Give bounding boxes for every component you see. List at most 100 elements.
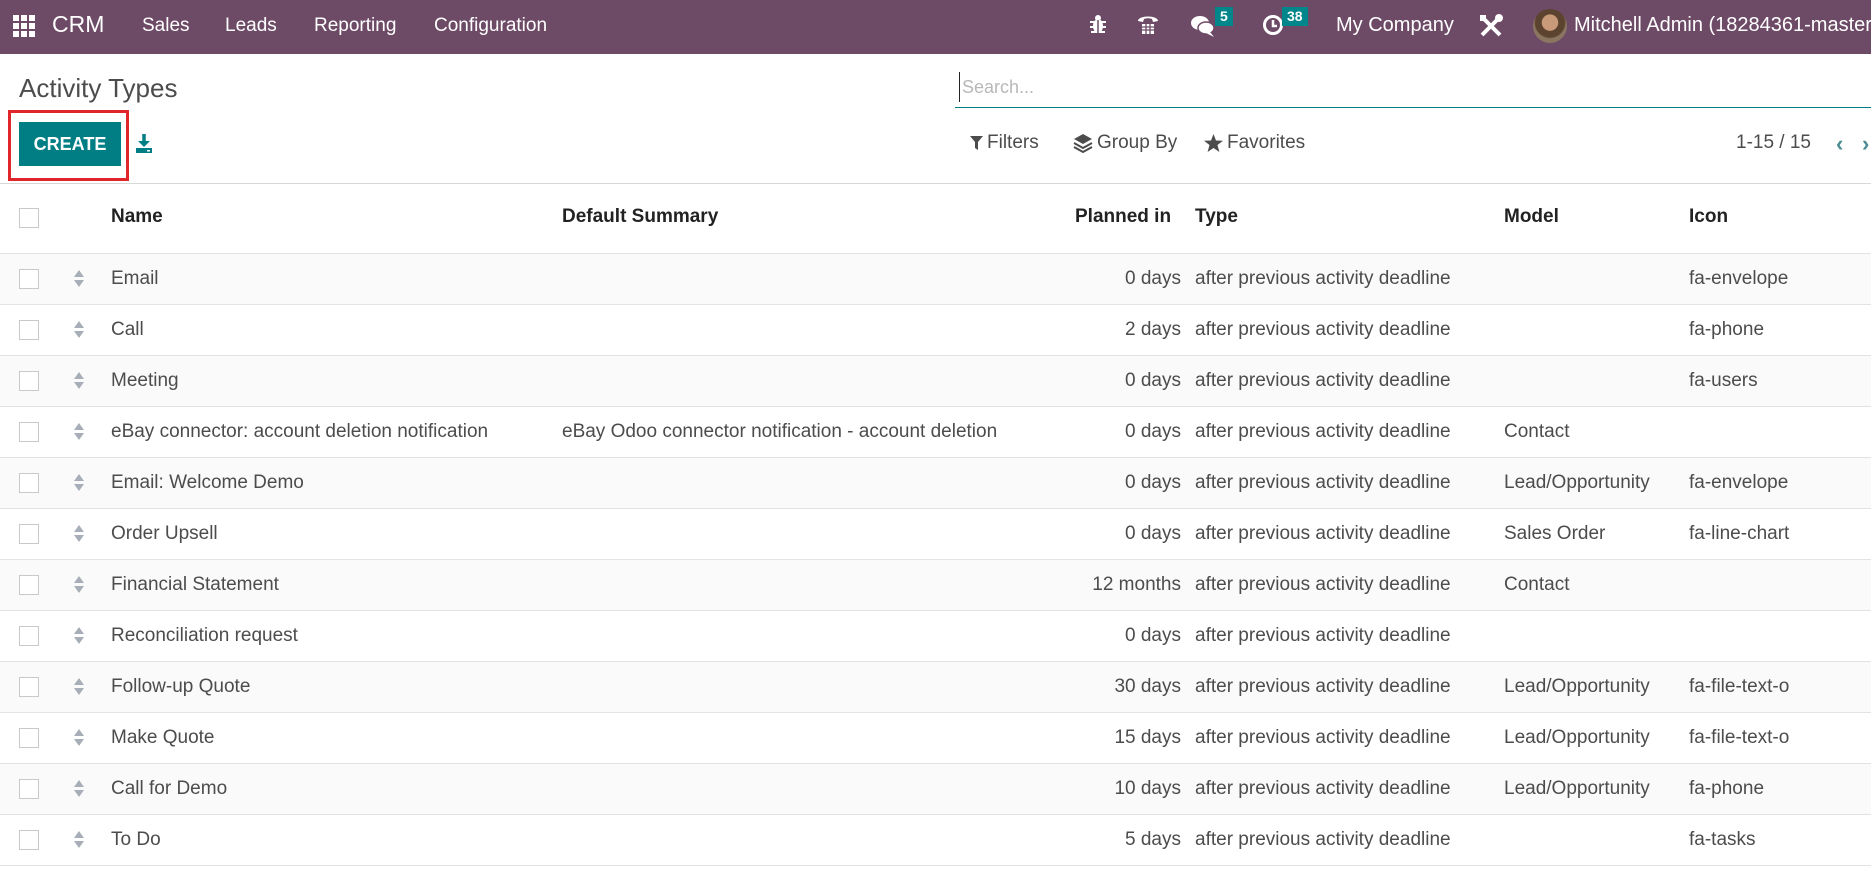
cell-planned-in: 10 days <box>1114 778 1181 799</box>
cell-icon: fa-envelope <box>1689 472 1789 493</box>
drag-handle-icon[interactable] <box>73 474 85 494</box>
chat-icon[interactable] <box>1190 14 1216 44</box>
cell-name: To Do <box>111 829 161 850</box>
group-by-button[interactable]: Group By <box>1073 132 1177 154</box>
pager-prev-button[interactable]: ‹ <box>1836 131 1843 157</box>
cell-icon: fa-envelope <box>1689 268 1789 289</box>
cell-icon: fa-file-text-o <box>1689 727 1790 748</box>
row-checkbox[interactable] <box>19 779 39 799</box>
column-header-name[interactable]: Name <box>111 206 163 228</box>
row-checkbox[interactable] <box>19 626 39 646</box>
row-checkbox[interactable] <box>19 320 39 340</box>
row-checkbox[interactable] <box>19 728 39 748</box>
column-header-type[interactable]: Type <box>1195 206 1238 228</box>
menu-configuration[interactable]: Configuration <box>434 15 547 37</box>
cell-default-summary: eBay Odoo connector notification - accou… <box>562 421 998 442</box>
table-header: Name Default Summary Planned in Type Mod… <box>0 184 1871 254</box>
create-button[interactable]: CREATE <box>19 122 121 166</box>
top-navbar: CRM Sales Leads Reporting Configuration … <box>0 0 1871 54</box>
row-checkbox[interactable] <box>19 371 39 391</box>
pager-value[interactable]: 1-15 / 15 <box>1736 132 1811 154</box>
cell-icon: fa-phone <box>1689 778 1765 799</box>
cell-model: Contact <box>1504 574 1570 595</box>
menu-leads[interactable]: Leads <box>225 15 277 37</box>
search-input[interactable] <box>959 72 1859 102</box>
cell-type: after previous activity deadline <box>1195 523 1451 544</box>
row-checkbox[interactable] <box>19 473 39 493</box>
drag-handle-icon[interactable] <box>73 270 85 290</box>
cell-planned-in: 0 days <box>1125 472 1181 493</box>
star-icon <box>1204 134 1223 152</box>
table-row[interactable]: Order Upsell 0 days after previous activ… <box>0 509 1871 560</box>
cell-icon: fa-tasks <box>1689 829 1756 850</box>
table-row[interactable]: eBay connector: account deletion notific… <box>0 407 1871 458</box>
table-row[interactable]: Email 0 days after previous activity dea… <box>0 254 1871 305</box>
column-header-default-summary[interactable]: Default Summary <box>562 206 718 228</box>
apps-menu-icon[interactable] <box>13 15 35 37</box>
table-row[interactable]: Make Quote 15 days after previous activi… <box>0 713 1871 764</box>
cell-name: Order Upsell <box>111 523 218 544</box>
cell-name: Reconciliation request <box>111 625 298 646</box>
drag-handle-icon[interactable] <box>73 831 85 851</box>
table-row[interactable]: Follow-up Quote 30 days after previous a… <box>0 662 1871 713</box>
table-row[interactable]: Call 2 days after previous activity dead… <box>0 305 1871 356</box>
drag-handle-icon[interactable] <box>73 780 85 800</box>
row-checkbox[interactable] <box>19 269 39 289</box>
column-header-model[interactable]: Model <box>1504 206 1559 228</box>
user-avatar[interactable] <box>1533 9 1567 43</box>
cell-planned-in: 0 days <box>1125 421 1181 442</box>
column-header-planned-in[interactable]: Planned in <box>1075 206 1171 228</box>
cell-type: after previous activity deadline <box>1195 472 1451 493</box>
cell-name: Call <box>111 319 144 340</box>
cell-model: Lead/Opportunity <box>1504 727 1650 748</box>
app-brand[interactable]: CRM <box>52 11 104 38</box>
download-icon[interactable] <box>135 133 153 153</box>
pager-next-button[interactable]: › <box>1862 131 1869 157</box>
menu-reporting[interactable]: Reporting <box>314 15 396 37</box>
page-title: Activity Types <box>19 73 178 103</box>
select-all-checkbox[interactable] <box>19 208 39 228</box>
bug-icon[interactable] <box>1089 13 1107 41</box>
table-row[interactable]: To Do 5 days after previous activity dea… <box>0 815 1871 866</box>
drag-handle-icon[interactable] <box>73 576 85 596</box>
drag-handle-icon[interactable] <box>73 627 85 647</box>
table-row[interactable]: Reconciliation request 0 days after prev… <box>0 611 1871 662</box>
drag-handle-icon[interactable] <box>73 525 85 545</box>
filters-label: Filters <box>987 132 1039 153</box>
table-row[interactable]: Call for Demo 10 days after previous act… <box>0 764 1871 815</box>
cell-planned-in: 5 days <box>1125 829 1181 850</box>
row-checkbox[interactable] <box>19 677 39 697</box>
drag-handle-icon[interactable] <box>73 321 85 341</box>
row-checkbox[interactable] <box>19 575 39 595</box>
cell-planned-in: 15 days <box>1114 727 1181 748</box>
menu-sales[interactable]: Sales <box>142 15 190 37</box>
row-checkbox[interactable] <box>19 830 39 850</box>
cell-name: Make Quote <box>111 727 215 748</box>
cell-name: Email <box>111 268 159 289</box>
table-row[interactable]: Email: Welcome Demo 0 days after previou… <box>0 458 1871 509</box>
phone-icon[interactable] <box>1136 12 1160 42</box>
cell-icon: fa-phone <box>1689 319 1765 340</box>
search-bar <box>955 68 1871 108</box>
column-header-icon[interactable]: Icon <box>1689 206 1728 228</box>
clock-icon[interactable] <box>1262 14 1284 42</box>
table-row[interactable]: Meeting 0 days after previous activity d… <box>0 356 1871 407</box>
tools-icon[interactable] <box>1478 13 1504 45</box>
drag-handle-icon[interactable] <box>73 729 85 749</box>
cell-name: eBay connector: account deletion notific… <box>111 421 489 442</box>
drag-handle-icon[interactable] <box>73 678 85 698</box>
filters-button[interactable]: Filters <box>970 132 1039 154</box>
cell-type: after previous activity deadline <box>1195 319 1451 340</box>
drag-handle-icon[interactable] <box>73 372 85 392</box>
favorites-button[interactable]: Favorites <box>1204 132 1305 154</box>
drag-handle-icon[interactable] <box>73 423 85 443</box>
company-switcher[interactable]: My Company <box>1336 14 1454 37</box>
table-row[interactable]: Financial Statement 12 months after prev… <box>0 560 1871 611</box>
cell-type: after previous activity deadline <box>1195 268 1451 289</box>
user-menu[interactable]: Mitchell Admin (18284361-master- <box>1574 14 1871 37</box>
row-checkbox[interactable] <box>19 422 39 442</box>
row-checkbox[interactable] <box>19 524 39 544</box>
cell-type: after previous activity deadline <box>1195 421 1451 442</box>
cell-planned-in: 0 days <box>1125 523 1181 544</box>
cell-type: after previous activity deadline <box>1195 829 1451 850</box>
